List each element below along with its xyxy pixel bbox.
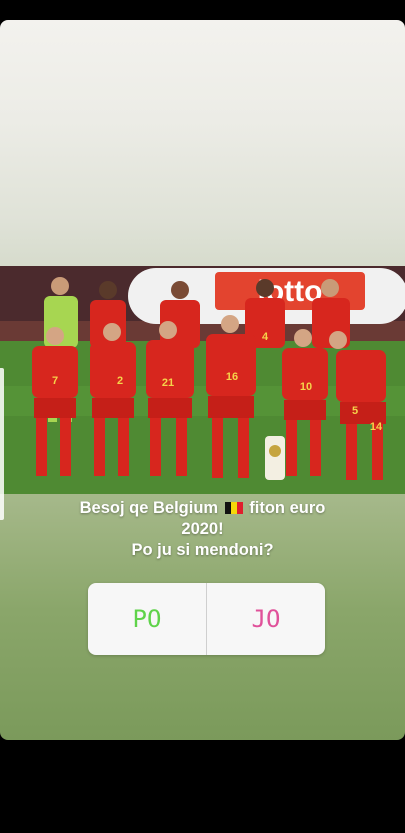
poll-option-no[interactable]: JO bbox=[207, 583, 325, 655]
caption-text-2: fiton euro bbox=[249, 499, 326, 517]
story-edge-handle[interactable] bbox=[0, 368, 4, 520]
caption-text-1: Besoj qe Belgium bbox=[79, 499, 219, 517]
caption-year: 2020! bbox=[181, 520, 224, 538]
jersey-number: 10 bbox=[300, 381, 312, 393]
poll-sticker: PO JO bbox=[88, 583, 325, 655]
poll-option-yes[interactable]: PO bbox=[88, 583, 206, 655]
story-caption: Besoj qe Belgium fiton euro 2020! Po ju … bbox=[20, 498, 385, 561]
jersey-number: 21 bbox=[162, 377, 174, 389]
jersey-number: 5 bbox=[352, 405, 358, 417]
caption-question: Po ju si mendoni? bbox=[131, 541, 274, 559]
belgium-flag-icon bbox=[224, 502, 243, 514]
jersey-number: 16 bbox=[226, 371, 238, 383]
jersey-number: 7 bbox=[52, 375, 58, 387]
story-card: lotto 7 2 21 16 10 14 4 5 Besoj qe Belgi… bbox=[0, 20, 405, 740]
jersey-number: 14 bbox=[370, 421, 383, 433]
team-photo: lotto 7 2 21 16 10 14 4 5 bbox=[0, 266, 405, 494]
jersey-number: 2 bbox=[117, 375, 123, 387]
jersey-number: 4 bbox=[262, 331, 269, 343]
